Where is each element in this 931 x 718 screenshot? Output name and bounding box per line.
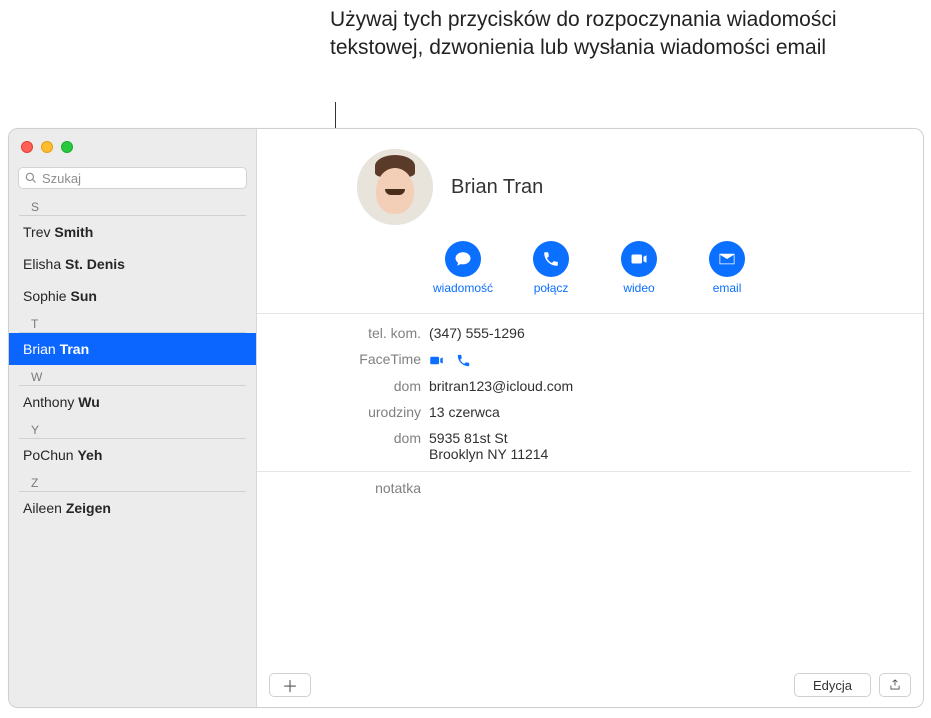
- video-button[interactable]: wideo: [609, 241, 669, 295]
- list-item[interactable]: Aileen Zeigen: [9, 492, 256, 524]
- field-value[interactable]: britran123@icloud.com: [429, 378, 911, 394]
- contact-name: Brian Tran: [451, 176, 543, 199]
- section-header-w: W: [19, 365, 246, 386]
- contact-detail: Brian Tran wiadomość połącz wideo email: [257, 129, 923, 707]
- field-label: urodziny: [257, 404, 429, 420]
- detail-header: Brian Tran: [257, 129, 923, 235]
- message-button[interactable]: wiadomość: [433, 241, 493, 295]
- field-label: dom: [257, 430, 429, 446]
- address-line2: Brooklyn NY 11214: [429, 446, 911, 462]
- section-header-s: S: [19, 195, 246, 216]
- search-input[interactable]: Szukaj: [18, 167, 247, 189]
- field-value[interactable]: 5935 81st St Brooklyn NY 11214: [429, 430, 911, 462]
- window-controls: [9, 129, 256, 165]
- section-header-y: Y: [19, 418, 246, 439]
- field-value: [429, 351, 911, 368]
- list-item-selected[interactable]: Brian Tran: [9, 333, 256, 365]
- field-note: notatka: [257, 471, 911, 501]
- field-label: FaceTime: [257, 351, 429, 367]
- bottom-toolbar: ＋ Edycja: [257, 663, 923, 707]
- contact-fields: tel. kom. (347) 555-1296 FaceTime dom br…: [257, 314, 923, 507]
- action-label: wiadomość: [433, 281, 493, 295]
- facetime-video-icon[interactable]: [429, 353, 444, 368]
- list-item[interactable]: Anthony Wu: [9, 386, 256, 418]
- field-value: 13 czerwca: [429, 404, 911, 420]
- list-item[interactable]: Trev Smith: [9, 216, 256, 248]
- help-annotation: Używaj tych przycisków do rozpoczynania …: [330, 6, 890, 63]
- action-label: email: [713, 281, 742, 295]
- field-mobile: tel. kom. (347) 555-1296: [257, 320, 911, 346]
- field-label: notatka: [257, 480, 429, 496]
- field-facetime: FaceTime: [257, 346, 911, 373]
- zoom-icon[interactable]: [61, 141, 73, 153]
- section-header-z: Z: [19, 471, 246, 492]
- share-icon: [888, 678, 902, 692]
- call-button[interactable]: połącz: [521, 241, 581, 295]
- field-home-address: dom 5935 81st St Brooklyn NY 11214: [257, 425, 911, 467]
- sidebar: Szukaj S Trev Smith Elisha St. Denis Sop…: [9, 129, 257, 707]
- email-icon: [709, 241, 745, 277]
- field-birthday: urodziny 13 czerwca: [257, 399, 911, 425]
- list-item[interactable]: PoChun Yeh: [9, 439, 256, 471]
- plus-icon: ＋: [282, 673, 298, 697]
- email-button[interactable]: email: [697, 241, 757, 295]
- avatar[interactable]: [357, 149, 433, 225]
- edit-button[interactable]: Edycja: [794, 673, 871, 697]
- section-header-t: T: [19, 312, 246, 333]
- message-icon: [445, 241, 481, 277]
- field-label: tel. kom.: [257, 325, 429, 341]
- field-label: dom: [257, 378, 429, 394]
- list-item[interactable]: Elisha St. Denis: [9, 248, 256, 280]
- address-line1: 5935 81st St: [429, 430, 911, 446]
- field-home-email: dom britran123@icloud.com: [257, 373, 911, 399]
- contact-list: S Trev Smith Elisha St. Denis Sophie Sun…: [9, 195, 256, 707]
- facetime-audio-icon[interactable]: [456, 353, 471, 368]
- list-item[interactable]: Sophie Sun: [9, 280, 256, 312]
- phone-icon: [533, 241, 569, 277]
- add-button[interactable]: ＋: [269, 673, 311, 697]
- close-icon[interactable]: [21, 141, 33, 153]
- contacts-window: Szukaj S Trev Smith Elisha St. Denis Sop…: [8, 128, 924, 708]
- action-label: wideo: [623, 281, 654, 295]
- minimize-icon[interactable]: [41, 141, 53, 153]
- search-icon: [25, 172, 37, 184]
- search-placeholder: Szukaj: [42, 171, 81, 186]
- action-label: połącz: [534, 281, 569, 295]
- share-button[interactable]: [879, 673, 911, 697]
- action-buttons: wiadomość połącz wideo email: [257, 235, 923, 313]
- field-value[interactable]: (347) 555-1296: [429, 325, 911, 341]
- video-icon: [621, 241, 657, 277]
